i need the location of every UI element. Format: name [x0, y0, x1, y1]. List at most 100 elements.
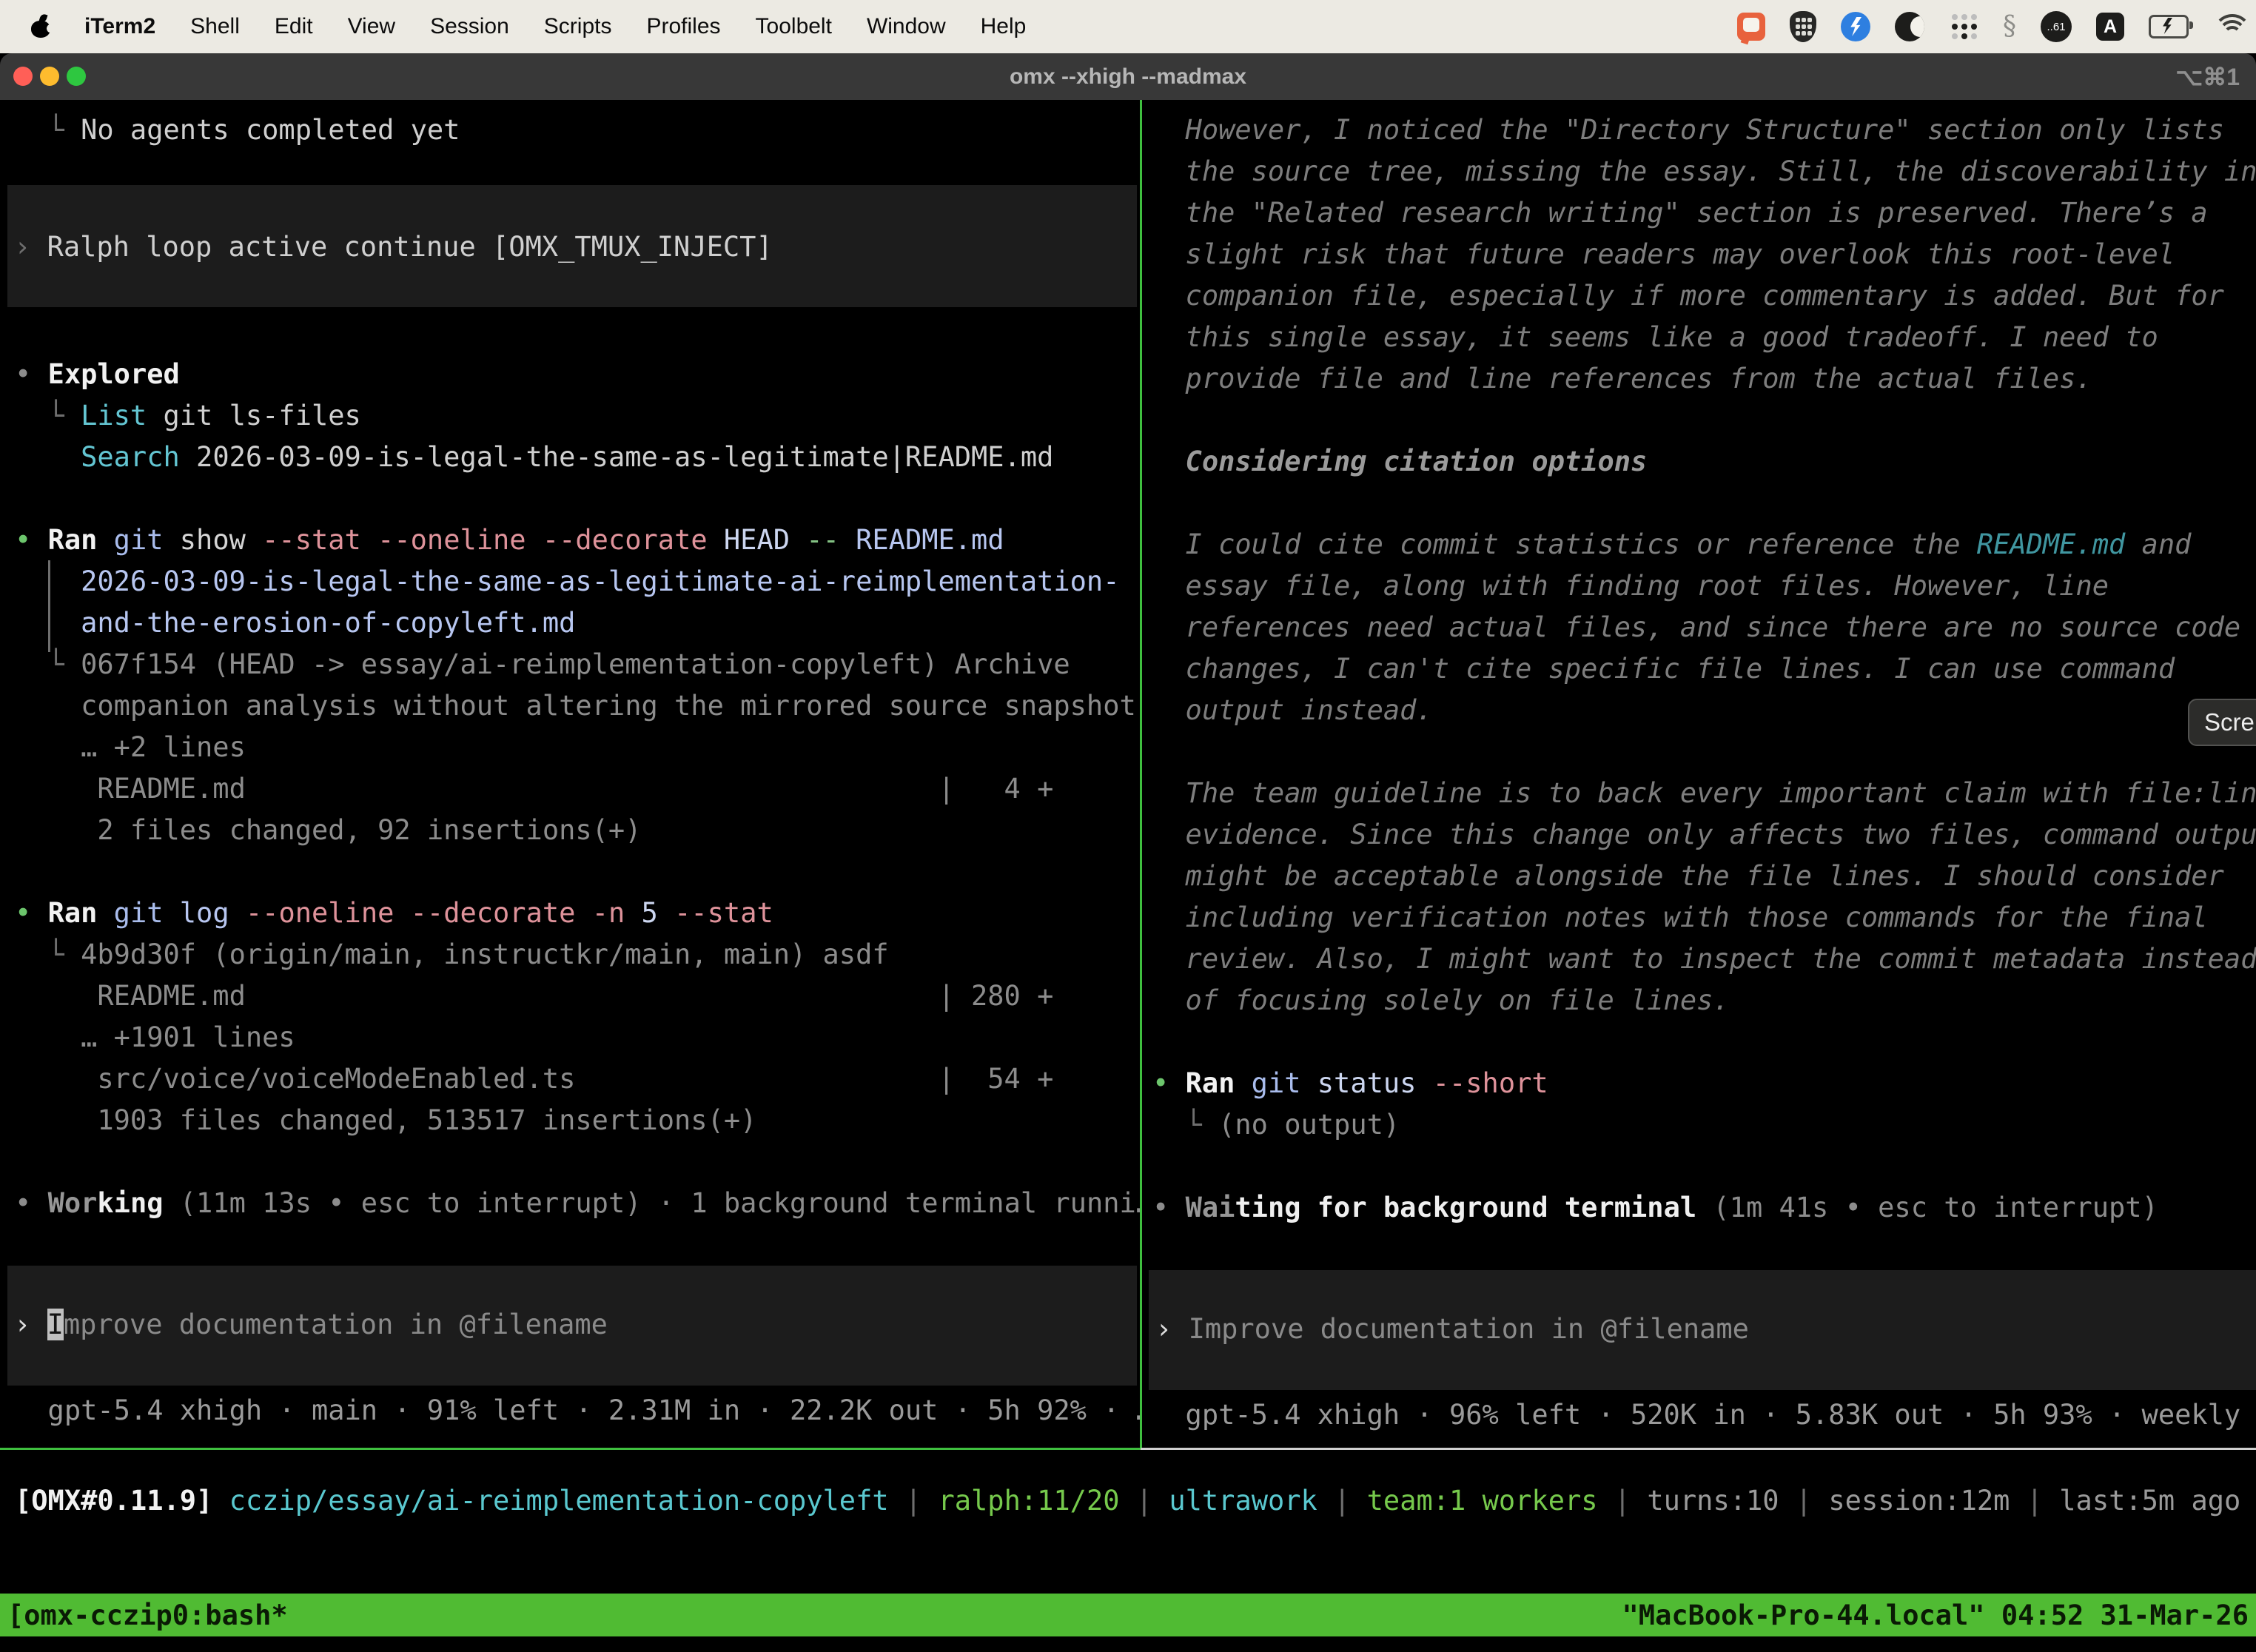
ran-git-show-line: • Ran git show --stat --oneline --decora…	[15, 520, 1141, 561]
battery-percent-icon[interactable]: ..61	[2041, 11, 2072, 42]
window-shortcut-badge: ⌥⌘1	[2175, 53, 2240, 100]
text-segment: I	[47, 1309, 64, 1340]
text-segment: gpt-5.4 xhigh · main · 91% left · 2.31M …	[15, 1394, 1141, 1426]
omx-status-line: [OMX#0.11.9] cczip/essay/ai-reimplementa…	[0, 1480, 2256, 1522]
text-segment: Considering citation options	[1152, 446, 1647, 477]
left-terminal-pane[interactable]: └ No agents completed yet› Ralph loop ac…	[0, 100, 1141, 1448]
input-text: › Ralph loop active continue [OMX_TMUX_I…	[7, 226, 1137, 268]
text-segment: --oneline	[377, 524, 543, 556]
menu-item-toolbelt[interactable]: Toolbelt	[756, 14, 832, 39]
menu-item-profiles[interactable]: Profiles	[646, 14, 720, 39]
text-segment: ›	[14, 1309, 47, 1340]
text-segment: changes, I can't cite specific file line…	[1152, 653, 2175, 685]
text-segment: •	[15, 1187, 48, 1219]
text-segment: Search	[81, 441, 180, 473]
text-segment: companion file, especially if more comme…	[1152, 280, 2224, 312]
input-text: › Improve documentation in @filename	[1149, 1309, 2256, 1350]
squiggle-icon[interactable]: §	[2003, 12, 2016, 41]
text-segment: evidence. Since this change only affects…	[1152, 819, 2256, 850]
text-segment: 1903 files changed, 513517 insertions(+)	[15, 1104, 756, 1136]
text-segment: git	[114, 897, 164, 929]
text-segment: Ralph loop active continue [OMX_TMUX_INJ…	[47, 231, 773, 263]
shield-grid-icon[interactable]	[1790, 11, 1816, 42]
truncation-line: … +2 lines	[15, 727, 1141, 768]
text-segment	[97, 524, 113, 556]
text-segment: mprove documentation in @filename	[64, 1309, 608, 1340]
text-segment: |	[1120, 1485, 1169, 1517]
ralph-loop-input[interactable]: › Ralph loop active continue [OMX_TMUX_I…	[7, 185, 1137, 307]
text-segment: README.md	[1977, 528, 2125, 560]
text-segment: last:5m ago	[2059, 1485, 2240, 1517]
text-segment: --decorate	[411, 897, 592, 929]
text-segment: •	[15, 358, 48, 390]
text-segment: 2026-03-09-is-legal-the-same-as-legitima…	[15, 565, 1119, 597]
screen-share-chip-label: Scre	[2204, 708, 2255, 736]
prompt-input[interactable]: › Improve documentation in @filename	[7, 1266, 1137, 1386]
prompt-input[interactable]: › Improve documentation in @filename	[1149, 1270, 2256, 1390]
blank-line	[1152, 1146, 2256, 1187]
text-segment: (11m 13s • esc to interrupt) · 1 backgro…	[164, 1187, 1141, 1219]
menu-item-shell[interactable]: Shell	[190, 14, 240, 39]
menu-bar: iTerm2 Shell Edit View Session Scripts Profile…	[0, 0, 2256, 53]
text-segment: --	[806, 524, 856, 556]
text-segment	[97, 897, 113, 929]
battery-icon[interactable]	[2149, 15, 2189, 38]
menu-item-edit[interactable]: Edit	[275, 14, 313, 39]
text-segment: ›	[1155, 1313, 1189, 1345]
session-stats-line: gpt-5.4 xhigh · main · 91% left · 2.31M …	[15, 1390, 1141, 1431]
wifi-icon[interactable]	[2213, 14, 2246, 39]
menu-item-window[interactable]: Window	[867, 14, 946, 39]
reasoning-text: of focusing solely on file lines.	[1152, 980, 2256, 1021]
reasoning-text: changes, I can't cite specific file line…	[1152, 648, 2256, 690]
text-segment: … +1901 lines	[15, 1021, 295, 1053]
stat-line: README.md | 280 +	[15, 976, 1141, 1017]
bolt-blue-icon[interactable]	[1841, 12, 1870, 41]
text-segment: log	[180, 897, 229, 929]
menu-item-scripts[interactable]: Scripts	[544, 14, 612, 39]
text-segment: 2026-03-09-is-legal-the-same-as-legitima…	[180, 441, 1054, 473]
text-segment: essay file, along with finding root file…	[1152, 570, 2109, 602]
text-segment: ›	[14, 231, 47, 263]
pie-icon[interactable]	[1895, 12, 1924, 41]
chat-icon[interactable]	[1737, 13, 1765, 41]
apple-menu-icon[interactable]	[31, 16, 50, 38]
text-segment: git ls-files	[147, 400, 361, 432]
text-segment	[229, 897, 246, 929]
reasoning-text: provide file and line references from th…	[1152, 358, 2256, 400]
text-segment: … +2 lines	[15, 731, 246, 763]
text-segment: •	[1152, 1192, 1186, 1223]
stat-line: src/voice/voiceModeEnabled.ts | 54 +	[15, 1058, 1141, 1100]
reasoning-text: However, I noticed the "Directory Struct…	[1152, 110, 2256, 151]
input-text: › Improve documentation in @filename	[7, 1304, 1137, 1346]
menu-item-help[interactable]: Help	[981, 14, 1027, 39]
command-arg-wrap: 2026-03-09-is-legal-the-same-as-legitima…	[15, 561, 1141, 602]
text-segment: including verification notes with those …	[1152, 901, 2208, 933]
screen-share-chip[interactable]: Scre	[2188, 699, 2256, 746]
text-segment: git	[1252, 1067, 1301, 1099]
text-segment: └	[15, 400, 81, 432]
text-segment: |	[2010, 1485, 2059, 1517]
text-segment: (no output)	[1218, 1109, 1400, 1141]
text-segment: |	[1317, 1485, 1367, 1517]
tmux-session-label: [omx-cczip0:bash*	[7, 1599, 288, 1631]
pane-divider[interactable]	[1140, 100, 1142, 1449]
tree-guide-line	[48, 560, 50, 652]
right-terminal-pane[interactable]: However, I noticed the "Directory Struct…	[1142, 100, 2256, 1448]
menu-item-session[interactable]: Session	[430, 14, 509, 39]
text-segment: └	[15, 648, 81, 680]
text-segment: ultrawork	[1169, 1485, 1317, 1517]
blank-line	[1152, 400, 2256, 441]
text-segment: review. Also, I might want to inspect th…	[1152, 943, 2256, 975]
input-source-a-icon[interactable]: A	[2096, 13, 2124, 41]
command-arg-wrap: and-the-erosion-of-copyleft.md	[15, 602, 1141, 644]
menu-item-iterm2[interactable]: iTerm2	[84, 14, 155, 39]
text-segment: Explored	[48, 358, 180, 390]
menu-item-view[interactable]: View	[348, 14, 395, 39]
text-segment	[1235, 1067, 1251, 1099]
dots-grid-icon[interactable]	[1949, 12, 1978, 41]
text-segment: |	[889, 1485, 939, 1517]
text-segment: 067f154 (HEAD -> essay/ai-reimplementati…	[81, 648, 1070, 680]
reasoning-text: evidence. Since this change only affects…	[1152, 814, 2256, 856]
no-output-line: └ (no output)	[1152, 1104, 2256, 1146]
text-segment: -n	[592, 897, 642, 929]
